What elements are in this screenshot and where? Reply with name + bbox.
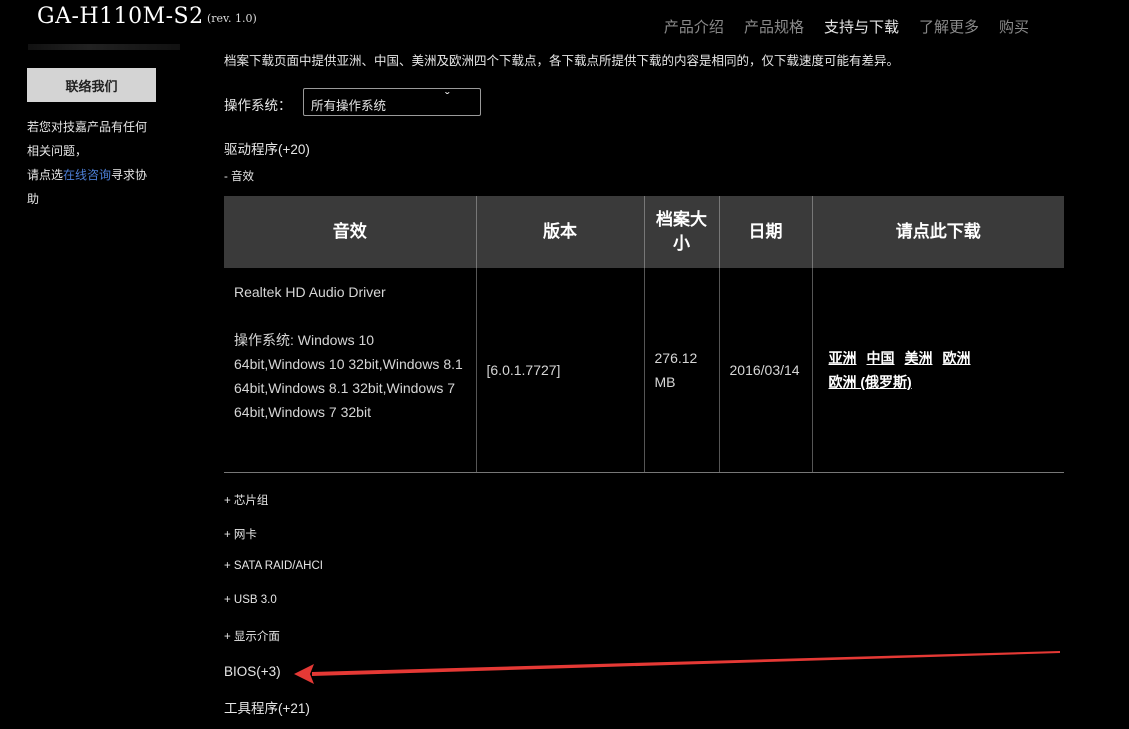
download-table: 音效 版本 档案大小 日期 请点此下载 Realtek HD Audio Dri…: [224, 196, 1064, 473]
download-link-europe[interactable]: 欧洲: [943, 350, 971, 366]
header-divider: [28, 44, 180, 50]
col-header-date: 日期: [718, 196, 812, 268]
product-model: GA-H110M-S2: [37, 4, 204, 29]
subcategory-chipset[interactable]: + 芯片组: [224, 492, 268, 508]
sidebar-help-text: 若您对技嘉产品有任何相关问题， 请点选在线咨询寻求协助: [27, 115, 155, 211]
top-nav: 产品介绍 产品规格 支持与下载 了解更多 购买: [644, 16, 1029, 37]
driver-os-prefix: 操作系统:: [234, 332, 294, 348]
subcategory-audio[interactable]: - 音效: [224, 168, 254, 184]
cell-version: [6.0.1.7727]: [475, 268, 644, 473]
header: GA-H110M-S2 (rev. 1.0) 产品介绍 产品规格 支持与下载 了…: [0, 0, 1129, 48]
driver-os-list: 操作系统: Windows 10 64bit,Windows 10 32bit,…: [234, 328, 466, 424]
cell-driver-info: Realtek HD Audio Driver 操作系统: Windows 10…: [224, 268, 476, 473]
section-tools[interactable]: 工具程序(+21): [224, 697, 310, 717]
nav-learn-more[interactable]: 了解更多: [919, 16, 979, 37]
product-revision: (rev. 1.0): [207, 12, 257, 25]
subcategory-usb3[interactable]: + USB 3.0: [224, 594, 277, 606]
driver-name: Realtek HD Audio Driver: [234, 284, 386, 300]
download-link-china[interactable]: 中国: [867, 350, 895, 366]
download-link-asia[interactable]: 亚洲: [829, 350, 857, 366]
cell-download-links: 亚洲 中国 美洲 欧洲 欧洲 (俄罗斯): [811, 268, 1064, 473]
nav-product-specs[interactable]: 产品规格: [744, 16, 804, 37]
arrow-shaft: [312, 651, 1060, 676]
sidebar-help-line1: 若您对技嘉产品有任何相关问题，: [27, 120, 148, 158]
col-header-version: 版本: [475, 196, 644, 268]
cell-size: 276.12 MB: [643, 268, 719, 473]
page: GA-H110M-S2 (rev. 1.0) 产品介绍 产品规格 支持与下载 了…: [0, 0, 1129, 729]
contact-us-button[interactable]: 联络我们: [27, 68, 156, 102]
subcategory-sata-raid[interactable]: + SATA RAID/AHCI: [224, 560, 323, 572]
os-filter-select[interactable]: 所有操作系统 ˇ: [303, 88, 481, 116]
download-link-america[interactable]: 美洲: [905, 350, 933, 366]
download-intro-text: 档案下载页面中提供亚洲、中国、美洲及欧洲四个下载点，各下载点所提供下载的内容是相…: [224, 54, 900, 68]
nav-support-download[interactable]: 支持与下载: [824, 16, 899, 37]
section-drivers[interactable]: 驱动程序(+20): [224, 138, 310, 158]
nav-product-intro[interactable]: 产品介绍: [664, 16, 724, 37]
download-link-europe-russia[interactable]: 欧洲 (俄罗斯): [829, 374, 912, 390]
section-bios[interactable]: BIOS(+3): [224, 664, 281, 679]
sidebar-help-line2: 请点选: [27, 168, 64, 182]
subcategory-display[interactable]: + 显示介面: [224, 628, 280, 644]
subcategory-lan[interactable]: + 网卡: [224, 526, 257, 542]
col-header-size: 档案大小: [643, 196, 719, 268]
nav-buy[interactable]: 购买: [999, 16, 1029, 37]
col-header-audio: 音效: [224, 196, 476, 268]
col-header-download: 请点此下载: [811, 196, 1064, 268]
cell-date: 2016/03/14: [718, 268, 812, 473]
table-header-row: 音效 版本 档案大小 日期 请点此下载: [224, 196, 1064, 268]
os-select-value: 所有操作系统: [311, 99, 387, 113]
chevron-down-icon: ˇ: [445, 89, 450, 105]
table-row: Realtek HD Audio Driver 操作系统: Windows 10…: [224, 268, 1064, 473]
arrow-head: [294, 664, 314, 684]
online-consult-link[interactable]: 在线咨询: [63, 168, 111, 182]
os-filter-label: 操作系统：: [224, 98, 292, 113]
